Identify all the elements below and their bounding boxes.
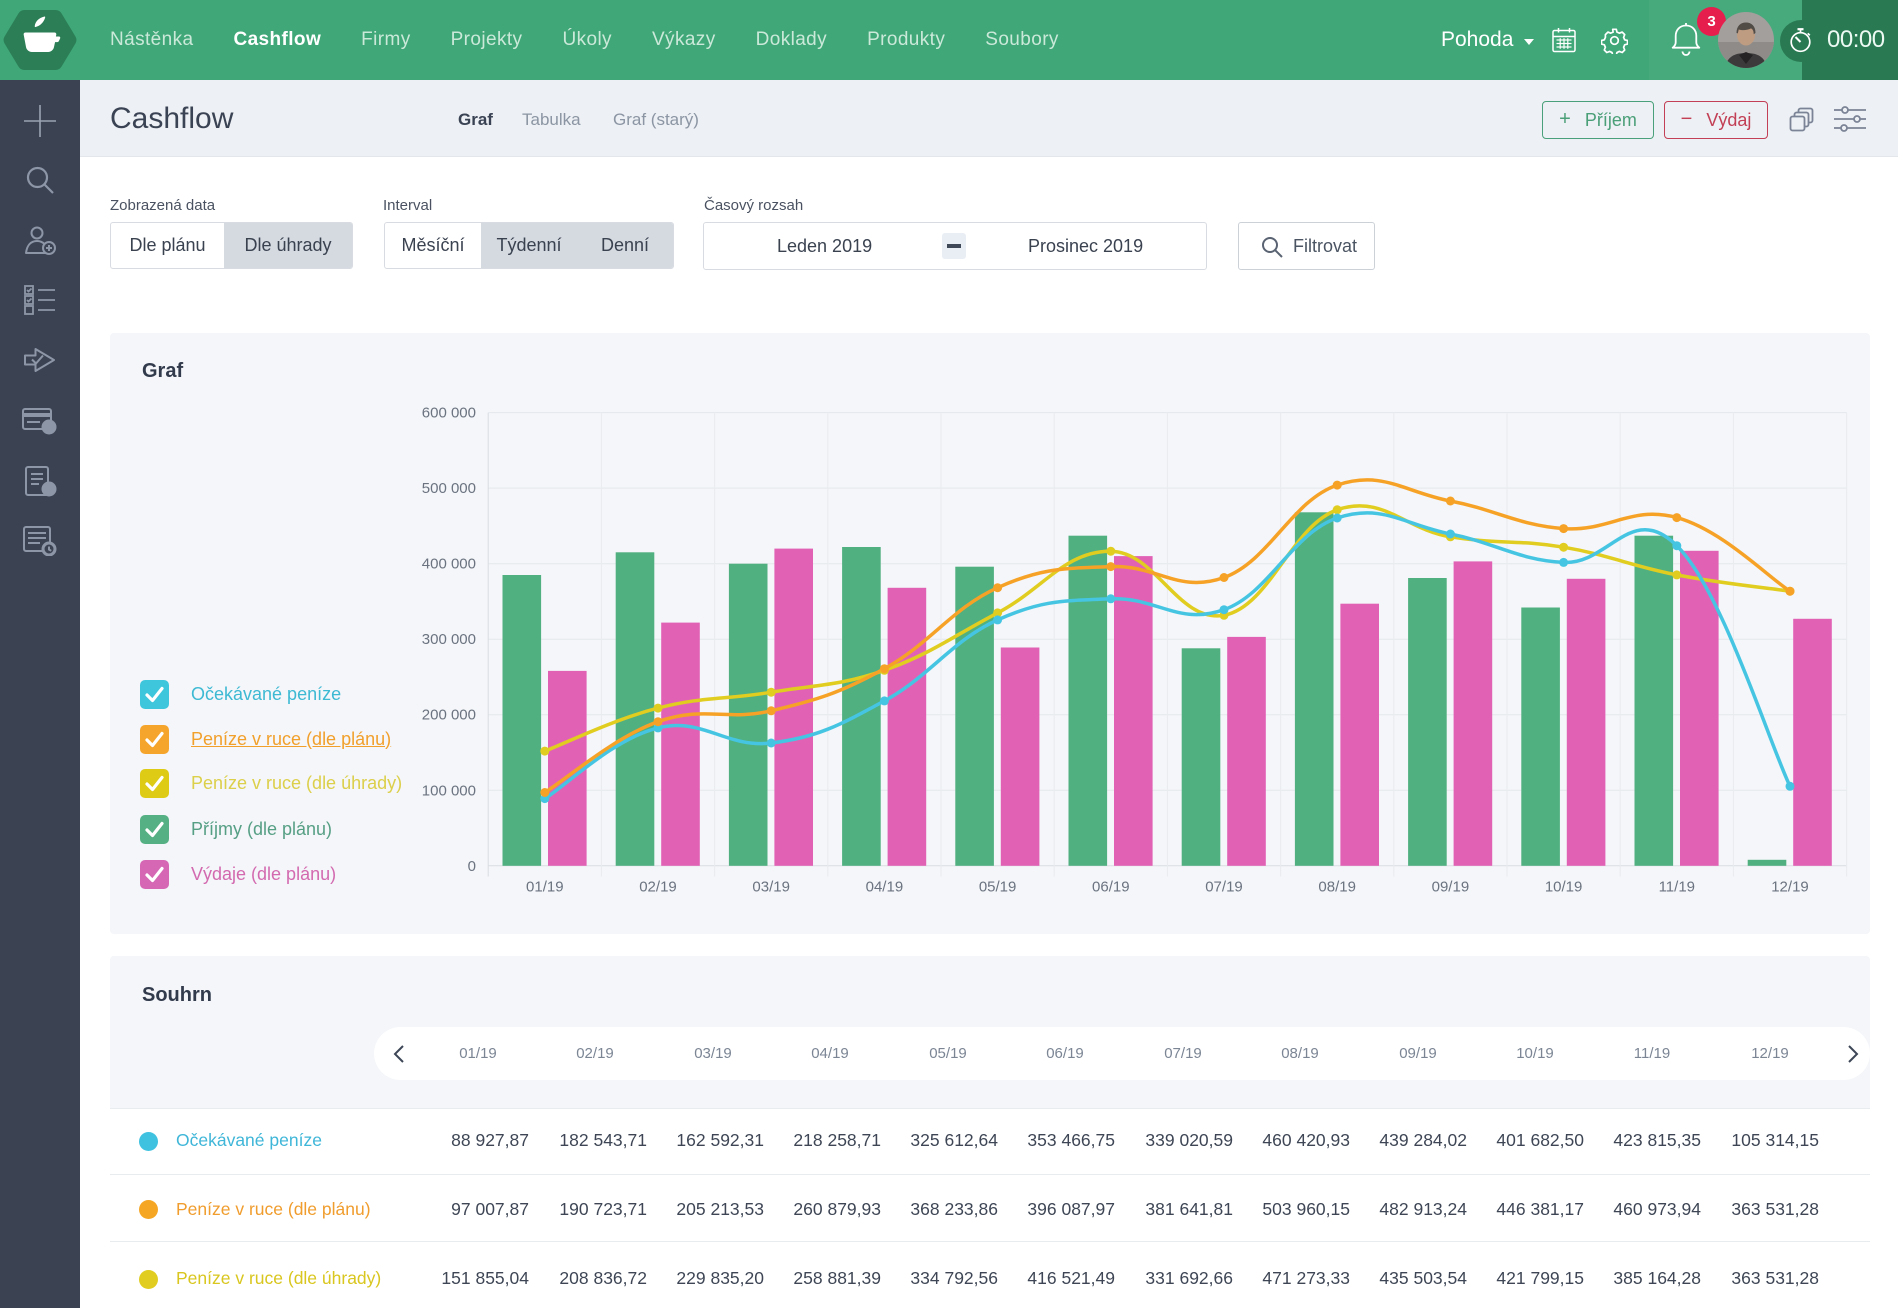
svg-text:06/19: 06/19 bbox=[1092, 879, 1130, 896]
svg-text:08/19: 08/19 bbox=[1318, 879, 1356, 896]
svg-text:0: 0 bbox=[468, 858, 476, 875]
svg-text:600 000: 600 000 bbox=[422, 405, 476, 422]
svg-text:400 000: 400 000 bbox=[422, 556, 476, 573]
svg-text:100 000: 100 000 bbox=[422, 782, 476, 799]
svg-text:02/19: 02/19 bbox=[639, 879, 677, 896]
svg-text:500 000: 500 000 bbox=[422, 480, 476, 497]
svg-text:04/19: 04/19 bbox=[866, 879, 904, 896]
svg-text:09/19: 09/19 bbox=[1432, 879, 1470, 896]
svg-text:!: ! bbox=[47, 483, 51, 497]
svg-text:200 000: 200 000 bbox=[422, 707, 476, 724]
svg-text:07/19: 07/19 bbox=[1205, 879, 1243, 896]
svg-text:300 000: 300 000 bbox=[422, 631, 476, 648]
svg-text:12/19: 12/19 bbox=[1771, 879, 1809, 896]
svg-text:!: ! bbox=[47, 421, 51, 435]
svg-text:03/19: 03/19 bbox=[752, 879, 790, 896]
svg-text:05/19: 05/19 bbox=[979, 879, 1017, 896]
svg-text:10/19: 10/19 bbox=[1545, 879, 1583, 896]
svg-text:01/19: 01/19 bbox=[526, 879, 564, 896]
svg-text:11/19: 11/19 bbox=[1659, 879, 1695, 896]
